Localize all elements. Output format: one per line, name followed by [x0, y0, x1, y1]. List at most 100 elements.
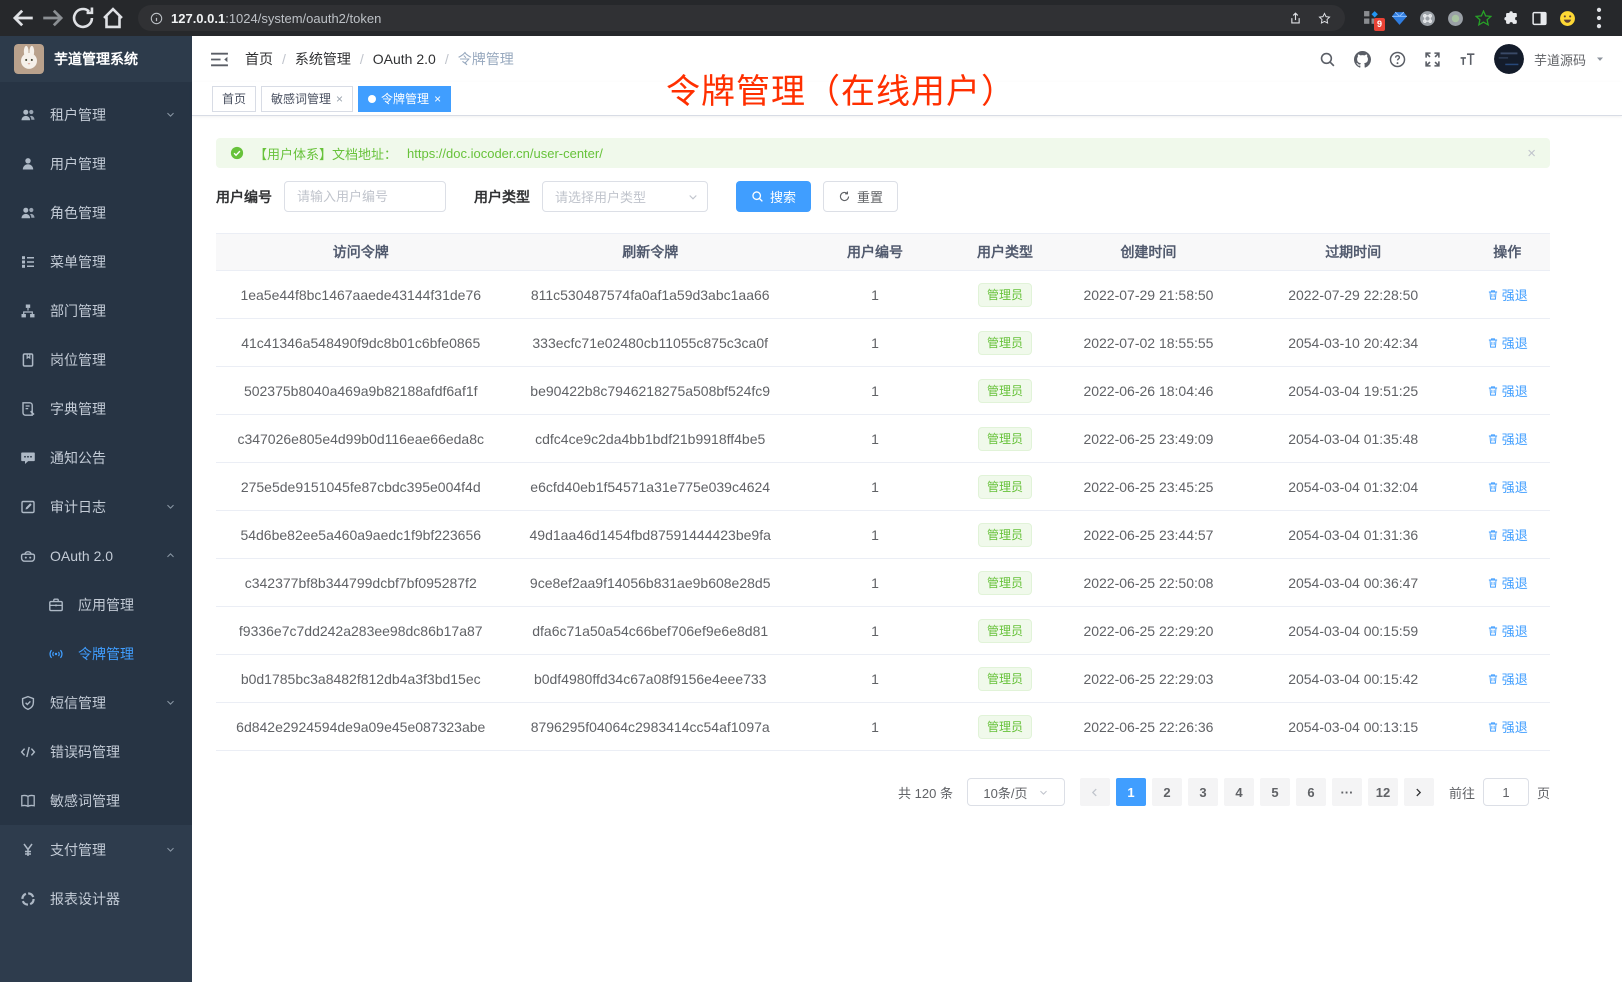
extension-record-icon[interactable] — [1447, 10, 1464, 27]
sidebar-item-oauth2-app[interactable]: 应用管理 — [0, 580, 192, 629]
table-row: b0d1785bc3a8482f812db4a3f3bd15ecb0df4980… — [216, 655, 1550, 703]
breadcrumb-item-2[interactable]: OAuth 2.0 — [373, 51, 436, 67]
help-icon-button[interactable] — [1389, 51, 1406, 68]
sidebar-item-sensitive-word[interactable]: 敏感词管理 — [0, 776, 192, 825]
tab-oauth2-token[interactable]: 令牌管理× — [358, 86, 451, 112]
sidebar-item-error-code[interactable]: 错误码管理 — [0, 727, 192, 776]
sidebar-item-label: 部门管理 — [50, 301, 106, 321]
sidebar-item-dept[interactable]: 部门管理 — [0, 286, 192, 335]
sidebar-item-label: 通知公告 — [50, 448, 106, 468]
fullscreen-icon-button[interactable] — [1424, 51, 1441, 68]
back-arrow-icon — [10, 5, 36, 31]
force-logout-button[interactable]: 强退 — [1487, 621, 1528, 640]
pager-ellipsis[interactable]: ··· — [1332, 778, 1362, 806]
tab-close-icon[interactable]: × — [336, 93, 343, 105]
force-logout-button[interactable]: 强退 — [1487, 285, 1528, 304]
extension-star-icon[interactable] — [1475, 10, 1492, 27]
goto-page-input[interactable] — [1483, 778, 1529, 806]
page-button-6[interactable]: 6 — [1296, 778, 1326, 806]
sidebar-item-notice[interactable]: 通知公告 — [0, 433, 192, 482]
font-size-icon-button[interactable] — [1459, 51, 1476, 68]
cell-action: 强退 — [1465, 607, 1550, 655]
sidebar-item-user[interactable]: 用户管理 — [0, 139, 192, 188]
user-menu-caret-icon[interactable] — [1594, 53, 1606, 65]
breadcrumb-item-0[interactable]: 首页 — [245, 49, 273, 69]
pager-next-button[interactable] — [1404, 778, 1434, 806]
share-button[interactable] — [1287, 10, 1304, 27]
cell-refresh-token: 9ce8ef2aa9f14056b831ae9b608e28d5 — [505, 559, 794, 607]
extension-grid-icon[interactable]: 9 — [1363, 10, 1380, 27]
browser-back-button[interactable] — [10, 5, 36, 31]
force-logout-button[interactable]: 强退 — [1487, 717, 1528, 736]
user-id-input[interactable] — [284, 181, 446, 212]
trash-icon — [1487, 625, 1499, 637]
force-logout-button[interactable]: 强退 — [1487, 573, 1528, 592]
user-avatar[interactable] — [1494, 44, 1524, 74]
sidebar-item-pay[interactable]: 支付管理 — [0, 825, 192, 874]
sidebar-item-sms[interactable]: 短信管理 — [0, 678, 192, 727]
page-button-12[interactable]: 12 — [1368, 778, 1398, 806]
force-logout-label: 强退 — [1502, 333, 1528, 352]
profile-avatar-icon[interactable] — [1559, 10, 1576, 27]
cell-action: 强退 — [1465, 655, 1550, 703]
alert-close-icon[interactable]: × — [1527, 146, 1536, 161]
page-button-2[interactable]: 2 — [1152, 778, 1182, 806]
browser-forward-button[interactable] — [40, 5, 66, 31]
sidebar-item-menu[interactable]: 菜单管理 — [0, 237, 192, 286]
browser-reload-button[interactable] — [70, 5, 96, 31]
pager-prev-button[interactable] — [1080, 778, 1110, 806]
github-icon-button[interactable] — [1354, 51, 1371, 68]
tab-close-icon[interactable]: × — [434, 93, 441, 105]
sidebar-item-report-designer[interactable]: 报表设计器 — [0, 874, 192, 923]
force-logout-button[interactable]: 强退 — [1487, 525, 1528, 544]
trash-icon — [1487, 529, 1499, 541]
sidebar-item-audit-log[interactable]: 审计日志 — [0, 482, 192, 531]
tab-sensitive-word[interactable]: 敏感词管理× — [261, 86, 353, 112]
page-button-4[interactable]: 4 — [1224, 778, 1254, 806]
extensions-puzzle-icon[interactable] — [1503, 10, 1520, 27]
cell-access-token: b0d1785bc3a8482f812db4a3f3bd15ec — [216, 655, 505, 703]
page-size-select[interactable]: 10条/页 — [967, 778, 1065, 806]
page-button-5[interactable]: 5 — [1260, 778, 1290, 806]
force-logout-button[interactable]: 强退 — [1487, 669, 1528, 688]
url-bar[interactable]: 127.0.0.1:1024/system/oauth2/token — [138, 5, 1345, 31]
tab-home[interactable]: 首页 — [212, 86, 256, 112]
cell-expire-time: 2054-03-04 01:31:36 — [1242, 511, 1465, 559]
browser-home-button[interactable] — [100, 5, 126, 31]
cell-access-token: 41c41346a548490f9dc8b01c6bfe0865 — [216, 319, 505, 367]
breadcrumb-item-1[interactable]: 系统管理 — [295, 49, 351, 69]
force-logout-button[interactable]: 强退 — [1487, 429, 1528, 448]
force-logout-button[interactable]: 强退 — [1487, 333, 1528, 352]
sidebar-item-post[interactable]: 岗位管理 — [0, 335, 192, 384]
sidebar-item-oauth2-token[interactable]: 令牌管理 — [0, 629, 192, 678]
force-logout-button[interactable]: 强退 — [1487, 477, 1528, 496]
sidebar-item-role[interactable]: 角色管理 — [0, 188, 192, 237]
reset-button[interactable]: 重置 — [823, 181, 898, 212]
tokens-table: 访问令牌刷新令牌用户编号用户类型创建时间过期时间操作 1ea5e44f8bc14… — [216, 233, 1550, 751]
sidebar-menu-bottom: 支付管理报表设计器 — [0, 825, 192, 982]
extension-split-square-icon[interactable] — [1531, 10, 1548, 27]
force-logout-button[interactable]: 强退 — [1487, 381, 1528, 400]
book-open-icon — [20, 793, 36, 809]
extension-gem-icon[interactable] — [1391, 10, 1408, 27]
bookmark-star-button[interactable] — [1316, 10, 1333, 27]
page-button-3[interactable]: 3 — [1188, 778, 1218, 806]
search-button[interactable]: 搜索 — [736, 181, 811, 212]
sidebar-item-tenant[interactable]: 租户管理 — [0, 90, 192, 139]
sidebar-toggle[interactable] — [210, 51, 229, 68]
site-info-icon[interactable] — [150, 12, 163, 25]
page-button-1[interactable]: 1 — [1116, 778, 1146, 806]
trash-icon — [1487, 577, 1499, 589]
sidebar-item-oauth2[interactable]: OAuth 2.0 — [0, 531, 192, 580]
username[interactable]: 芋道源码 — [1534, 50, 1586, 69]
sidebar-item-dict[interactable]: 字典管理 — [0, 384, 192, 433]
app-logo[interactable]: 芋道管理系统 — [0, 36, 192, 82]
user-type-badge: 管理员 — [978, 475, 1032, 499]
alert-doc-link[interactable]: https://doc.iocoder.cn/user-center/ — [407, 146, 603, 161]
browser-menu-button[interactable] — [1586, 5, 1612, 31]
extension-command-icon[interactable] — [1419, 10, 1436, 27]
user-type-select[interactable]: 请选择用户类型 — [542, 181, 708, 212]
cell-refresh-token: 49d1aa46d1454fbd87591444423be9fa — [505, 511, 794, 559]
reload-icon — [70, 5, 96, 31]
search-icon-button[interactable] — [1319, 51, 1336, 68]
